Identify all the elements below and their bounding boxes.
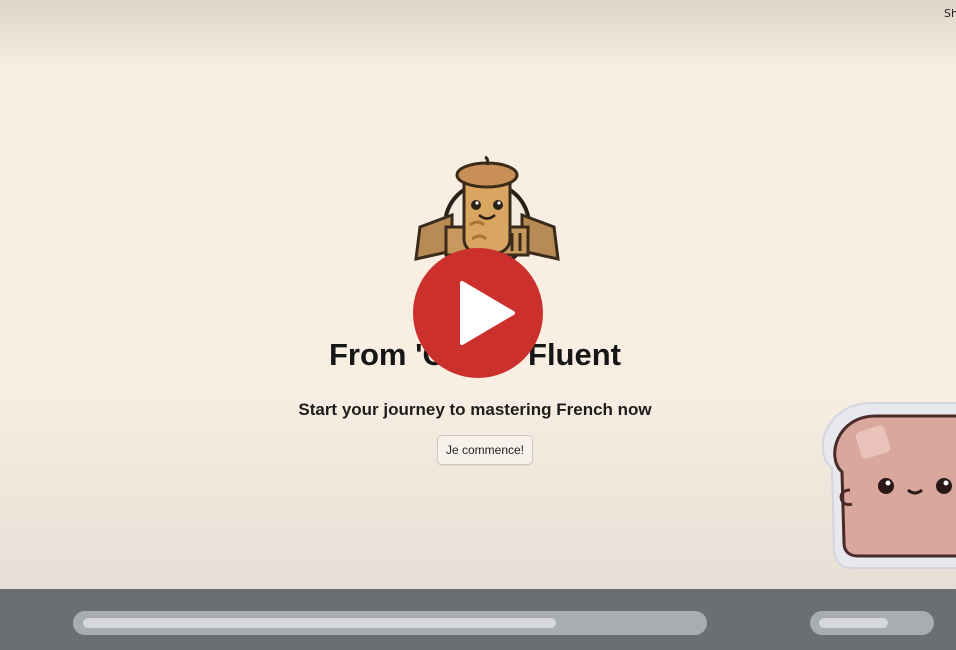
toast-mascot-icon: [821, 402, 956, 569]
player-controls: [0, 589, 956, 650]
volume-fill: [819, 618, 888, 628]
video-frame[interactable]: Share From 'Oui' to Fluent Start your jo…: [0, 0, 956, 589]
volume-slider[interactable]: [810, 611, 934, 635]
share-label[interactable]: Share: [944, 7, 956, 20]
start-button[interactable]: Je commence!: [437, 435, 533, 465]
play-icon[interactable]: [412, 247, 544, 379]
top-shade: [0, 0, 956, 70]
progress-bar[interactable]: [73, 611, 707, 635]
page-subtitle: Start your journey to mastering French n…: [298, 400, 652, 419]
progress-fill: [83, 618, 556, 628]
